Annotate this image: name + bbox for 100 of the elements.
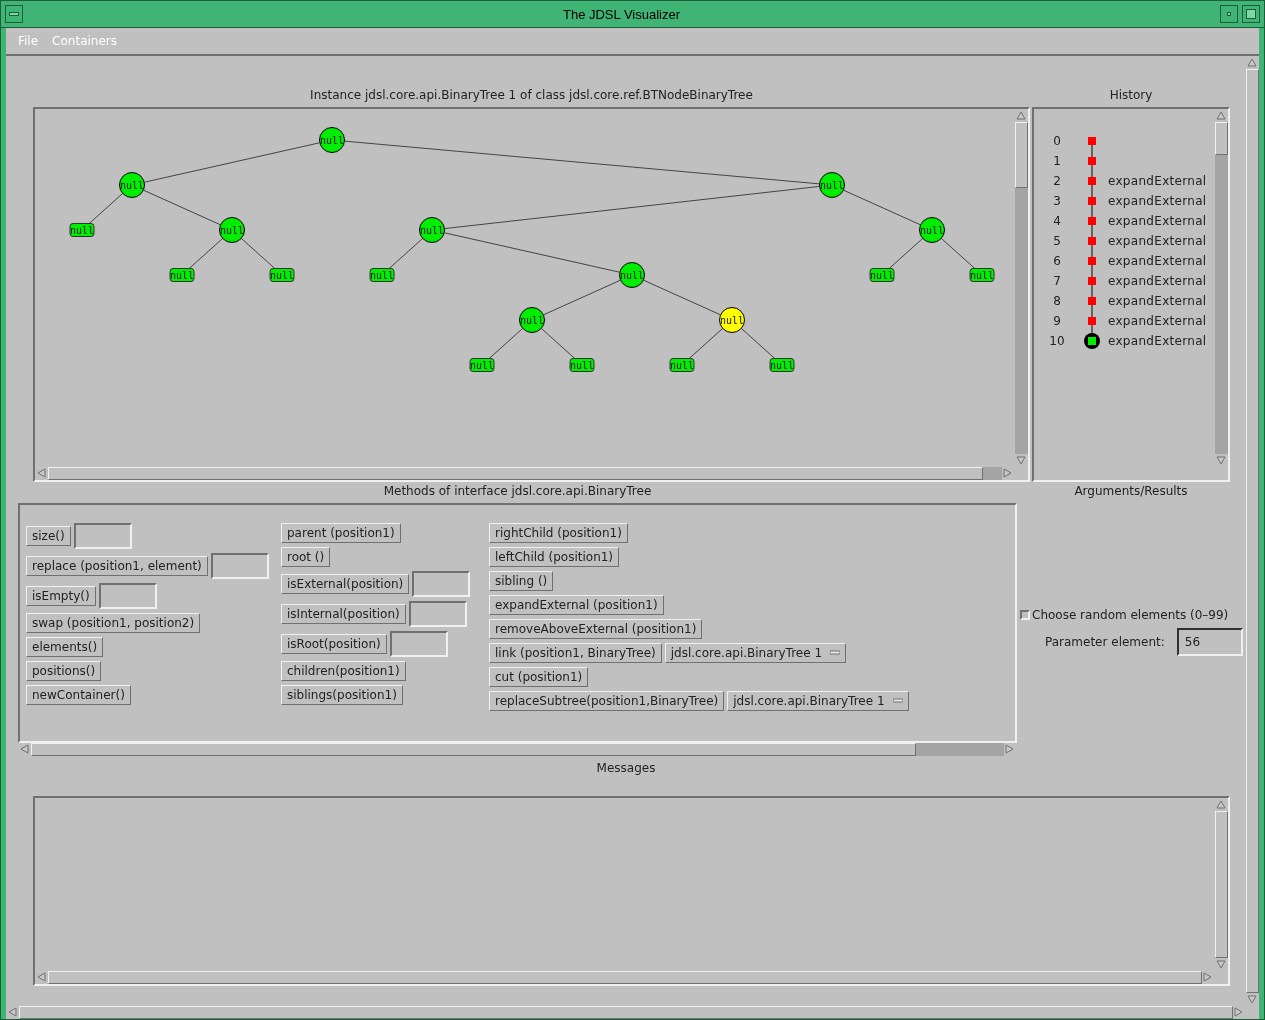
state-marker[interactable]	[1088, 277, 1096, 285]
state-marker[interactable]	[1088, 197, 1096, 205]
method-button[interactable]: isExternal(position)	[281, 574, 410, 594]
method-button[interactable]: newContainer()	[26, 685, 131, 705]
method-button[interactable]: elements()	[26, 637, 104, 657]
tree-caption: Instance jdsl.core.api.BinaryTree 1 of class jdsl.core.ref.BTNodeBinaryTree	[309, 87, 754, 104]
internal-node[interactable]: null	[619, 262, 645, 288]
history-operation[interactable]: expandExternal	[1106, 171, 1207, 191]
state-marker[interactable]	[1088, 157, 1096, 165]
history-operation[interactable]: expandExternal	[1106, 271, 1207, 291]
random-elements-checkbox[interactable]	[1020, 610, 1030, 620]
parameter-label: Parameter element:	[1045, 635, 1165, 649]
argument-field[interactable]	[412, 571, 471, 597]
minimize-button[interactable]	[1220, 5, 1238, 23]
method-button[interactable]: link (position1, BinaryTree)	[489, 643, 662, 663]
internal-node[interactable]: null	[819, 172, 845, 198]
vertical-scrollbar[interactable]	[1015, 109, 1028, 467]
argument-field[interactable]	[408, 601, 467, 627]
history-index: 1	[1052, 153, 1062, 170]
method-button[interactable]: isEmpty()	[26, 586, 96, 606]
vertical-scrollbar[interactable]	[1215, 109, 1228, 467]
method-button[interactable]: size()	[26, 526, 71, 546]
external-node[interactable]: null	[669, 358, 695, 372]
state-marker[interactable]	[1088, 177, 1096, 185]
argument-field[interactable]	[389, 631, 448, 657]
method-button[interactable]: leftChild (position1)	[489, 547, 620, 567]
method-button[interactable]: replaceSubtree(position1,BinaryTree)	[489, 691, 725, 711]
history-operation[interactable]: expandExternal	[1106, 331, 1207, 351]
external-node[interactable]: null	[469, 358, 495, 372]
internal-node[interactable]: null	[419, 217, 445, 243]
scroll-up-button[interactable]	[1215, 109, 1228, 122]
method-button[interactable]: root ()	[281, 547, 331, 567]
state-marker[interactable]	[1088, 237, 1096, 245]
state-marker[interactable]	[1088, 297, 1096, 305]
method-button[interactable]: parent (position1)	[281, 523, 401, 543]
scroll-left-button[interactable]	[35, 467, 48, 480]
scroll-left-button[interactable]	[35, 971, 48, 984]
external-node[interactable]: null	[869, 268, 895, 282]
history-operation[interactable]: expandExternal	[1106, 191, 1207, 211]
state-marker[interactable]	[1088, 137, 1096, 145]
history-index: 4	[1052, 213, 1062, 230]
scroll-up-button[interactable]	[1015, 109, 1028, 122]
arguments-caption: Arguments/Results	[1073, 483, 1189, 500]
method-button[interactable]: positions()	[26, 661, 102, 681]
method-button[interactable]: isInternal(position)	[281, 604, 406, 624]
container-dropdown[interactable]: jdsl.core.api.BinaryTree 1	[664, 643, 847, 663]
window-menu-icon	[9, 12, 19, 16]
maximize-button[interactable]	[1242, 5, 1260, 23]
container-dropdown[interactable]: jdsl.core.api.BinaryTree 1	[727, 691, 909, 711]
method-button[interactable]: siblings(position1)	[281, 685, 403, 705]
scroll-thumb[interactable]	[1215, 122, 1228, 156]
history-operation[interactable]: expandExternal	[1106, 231, 1207, 251]
tree-edge	[941, 238, 978, 271]
scroll-left-button[interactable]	[6, 1006, 19, 1019]
history-index: 7	[1052, 273, 1062, 290]
external-node[interactable]: null	[369, 268, 395, 282]
internal-node[interactable]: null	[119, 172, 145, 198]
window-menu-button[interactable]	[5, 5, 23, 23]
tree-edge	[386, 238, 423, 271]
maximize-icon	[1246, 9, 1256, 19]
method-button[interactable]: sibling ()	[489, 571, 554, 591]
history-index: 8	[1052, 293, 1062, 310]
internal-node[interactable]: null	[919, 217, 945, 243]
external-node[interactable]: null	[569, 358, 595, 372]
argument-field[interactable]	[210, 553, 269, 579]
scroll-thumb[interactable]	[1015, 122, 1028, 189]
method-button[interactable]: isRoot(position)	[281, 634, 387, 654]
external-node[interactable]: null	[69, 223, 95, 237]
method-button[interactable]: rightChild (position1)	[489, 523, 628, 543]
internal-node[interactable]: null	[219, 217, 245, 243]
method-button[interactable]: swap (position1, position2)	[26, 613, 201, 633]
current-state-marker[interactable]	[1084, 333, 1100, 349]
history-operation[interactable]: expandExternal	[1106, 211, 1207, 231]
external-node[interactable]: null	[169, 268, 195, 282]
scroll-up-button[interactable]	[1246, 56, 1259, 69]
history-operation[interactable]: expandExternal	[1106, 291, 1207, 311]
state-marker[interactable]	[1088, 217, 1096, 225]
scroll-up-button[interactable]	[1215, 798, 1228, 811]
external-node[interactable]: null	[969, 268, 995, 282]
methods-caption: Methods of interface jdsl.core.api.BinaryTree	[382, 483, 653, 500]
method-button[interactable]: removeAboveExternal (position1)	[489, 619, 703, 639]
history-operation[interactable]: expandExternal	[1106, 311, 1207, 331]
history-operation[interactable]: expandExternal	[1106, 251, 1207, 271]
argument-field[interactable]	[73, 523, 132, 549]
external-node[interactable]: null	[269, 268, 295, 282]
internal-node[interactable]: null	[319, 127, 345, 153]
method-button[interactable]: cut (position1)	[489, 667, 589, 687]
external-node[interactable]: null	[769, 358, 795, 372]
method-button[interactable]: replace (position1, element)	[26, 556, 208, 576]
history-index: 10	[1048, 333, 1066, 350]
method-button[interactable]: expandExternal (position1)	[489, 595, 664, 615]
scroll-thumb[interactable]	[1215, 811, 1228, 958]
vertical-scrollbar[interactable]	[1215, 798, 1228, 971]
method-button[interactable]: children(position1)	[281, 661, 406, 681]
internal-node[interactable]: null	[719, 307, 745, 333]
state-marker[interactable]	[1088, 317, 1096, 325]
parameter-field[interactable]: 56	[1176, 628, 1243, 656]
argument-field[interactable]	[98, 583, 157, 609]
internal-node[interactable]: null	[519, 307, 545, 333]
state-marker[interactable]	[1088, 257, 1096, 265]
